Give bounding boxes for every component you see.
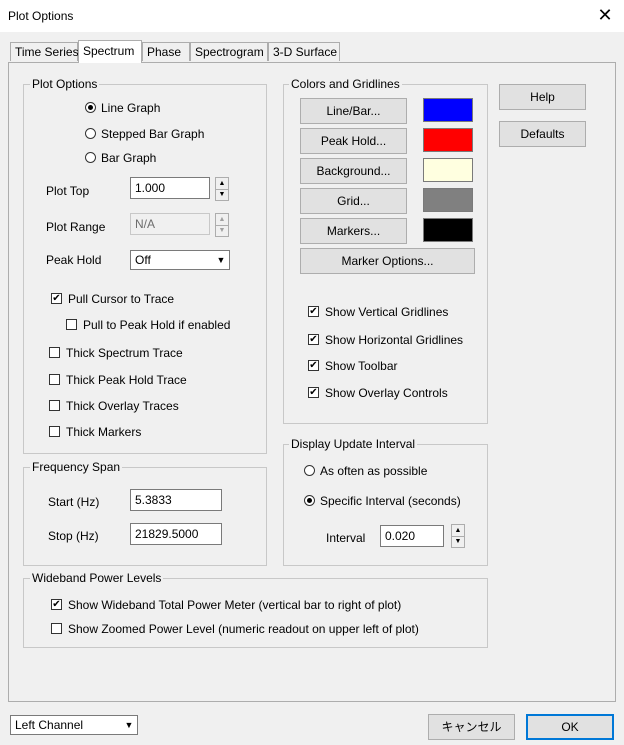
checkbox-thick-spectrum[interactable] [49,347,60,358]
frequency-span-group [23,467,267,566]
grid-color-button[interactable]: Grid... [300,188,407,214]
tab-time-series[interactable]: Time Series [10,42,79,61]
peak-hold-color-button[interactable]: Peak Hold... [300,128,407,154]
checkbox-horizontal-gridlines[interactable]: ✔ [308,334,319,345]
defaults-button[interactable]: Defaults [499,121,586,147]
pull-peak-hold-label: Pull to Peak Hold if enabled [83,318,231,332]
peak-hold-label: Peak Hold [46,253,102,267]
checkbox-thick-overlay[interactable] [49,400,60,411]
stop-hz-label: Stop (Hz) [48,529,99,543]
frequency-span-title: Frequency Span [30,460,123,474]
update-interval-title: Display Update Interval [289,437,418,451]
close-icon[interactable]: ✕ [594,4,616,26]
overlay-controls-label: Show Overlay Controls [325,386,448,400]
radio-stepped-bar-graph[interactable] [85,128,96,139]
spin-down-icon[interactable]: ▼ [216,189,228,200]
checkbox-vertical-gridlines[interactable]: ✔ [308,306,319,317]
tab-spectrogram[interactable]: Spectrogram [190,42,268,61]
checkbox-pull-cursor[interactable]: ✔ [51,293,62,304]
grid-color-swatch [423,188,473,212]
background-color-swatch [423,158,473,182]
wideband-power-group [23,578,488,648]
wideband-meter-label: Show Wideband Total Power Meter (vertica… [68,598,402,612]
tab-spectrum[interactable]: Spectrum [78,40,142,63]
plot-options-title: Plot Options [30,77,100,91]
checkbox-wideband-meter[interactable]: ✔ [51,599,62,610]
checkbox-thick-markers[interactable] [49,426,60,437]
radio-bar-graph-label: Bar Graph [101,151,157,165]
peak-hold-value: Off [135,253,151,267]
channel-select[interactable]: Left Channel ▼ [10,715,138,735]
checkbox-thick-peak-hold[interactable] [49,374,60,385]
vertical-gridlines-label: Show Vertical Gridlines [325,305,449,319]
thick-peak-hold-label: Thick Peak Hold Trace [66,373,187,387]
tab-3d-surface[interactable]: 3-D Surface [268,42,340,61]
horizontal-gridlines-label: Show Horizontal Gridlines [325,333,464,347]
interval-spinner[interactable]: ▲ ▼ [451,524,465,548]
ok-button[interactable]: OK [526,714,614,740]
line-bar-color-button[interactable]: Line/Bar... [300,98,407,124]
chevron-down-icon[interactable]: ▼ [121,716,137,734]
wideband-power-title: Wideband Power Levels [30,571,164,585]
checkbox-show-toolbar[interactable]: ✔ [308,360,319,371]
radio-line-graph-label: Line Graph [101,101,161,115]
start-hz-label: Start (Hz) [48,495,100,509]
colors-gridlines-title: Colors and Gridlines [289,77,402,91]
zoomed-power-label: Show Zoomed Power Level (numeric readout… [68,622,419,636]
cancel-button[interactable]: キャンセル [428,714,515,740]
pull-cursor-label: Pull Cursor to Trace [68,292,175,306]
peak-hold-color-swatch [423,128,473,152]
show-toolbar-label: Show Toolbar [325,359,398,373]
checkbox-zoomed-power[interactable] [51,623,62,634]
thick-markers-label: Thick Markers [66,425,142,439]
radio-line-graph[interactable] [85,102,96,113]
interval-input[interactable]: 0.020 [380,525,444,547]
radio-bar-graph[interactable] [85,152,96,163]
radio-stepped-bar-label: Stepped Bar Graph [101,127,205,141]
background-color-button[interactable]: Background... [300,158,407,184]
channel-value: Left Channel [15,718,84,732]
interval-label: Interval [326,531,366,545]
plot-range-label: Plot Range [46,220,106,234]
markers-color-swatch [423,218,473,242]
spin-down-icon: ▼ [218,227,226,234]
plot-top-input[interactable]: 1.000 [130,177,210,199]
stop-hz-input[interactable]: 21829.5000 [130,523,222,545]
help-button[interactable]: Help [499,84,586,110]
tab-phase[interactable]: Phase [142,42,190,61]
thick-spectrum-label: Thick Spectrum Trace [66,346,183,360]
spin-down-icon[interactable]: ▼ [452,536,464,547]
radio-as-often-possible[interactable] [304,465,315,476]
specific-interval-label: Specific Interval (seconds) [320,494,461,508]
plot-range-spinner: ▲ ▼ [215,213,229,237]
line-bar-color-swatch [423,98,473,122]
plot-top-label: Plot Top [46,184,90,198]
peak-hold-select[interactable]: Off ▼ [130,250,230,270]
markers-color-button[interactable]: Markers... [300,218,407,244]
thick-overlay-label: Thick Overlay Traces [66,399,179,413]
title-bar [0,0,624,32]
plot-top-spinner[interactable]: ▲ ▼ [215,177,229,201]
as-often-possible-label: As often as possible [320,464,428,478]
radio-specific-interval[interactable] [304,495,315,506]
plot-range-input: N/A [130,213,210,235]
window-title: Plot Options [8,9,74,23]
chevron-down-icon[interactable]: ▼ [213,251,229,269]
start-hz-input[interactable]: 5.3833 [130,489,222,511]
marker-options-button[interactable]: Marker Options... [300,248,475,274]
checkbox-overlay-controls[interactable]: ✔ [308,387,319,398]
checkbox-pull-peak-hold[interactable] [66,319,77,330]
